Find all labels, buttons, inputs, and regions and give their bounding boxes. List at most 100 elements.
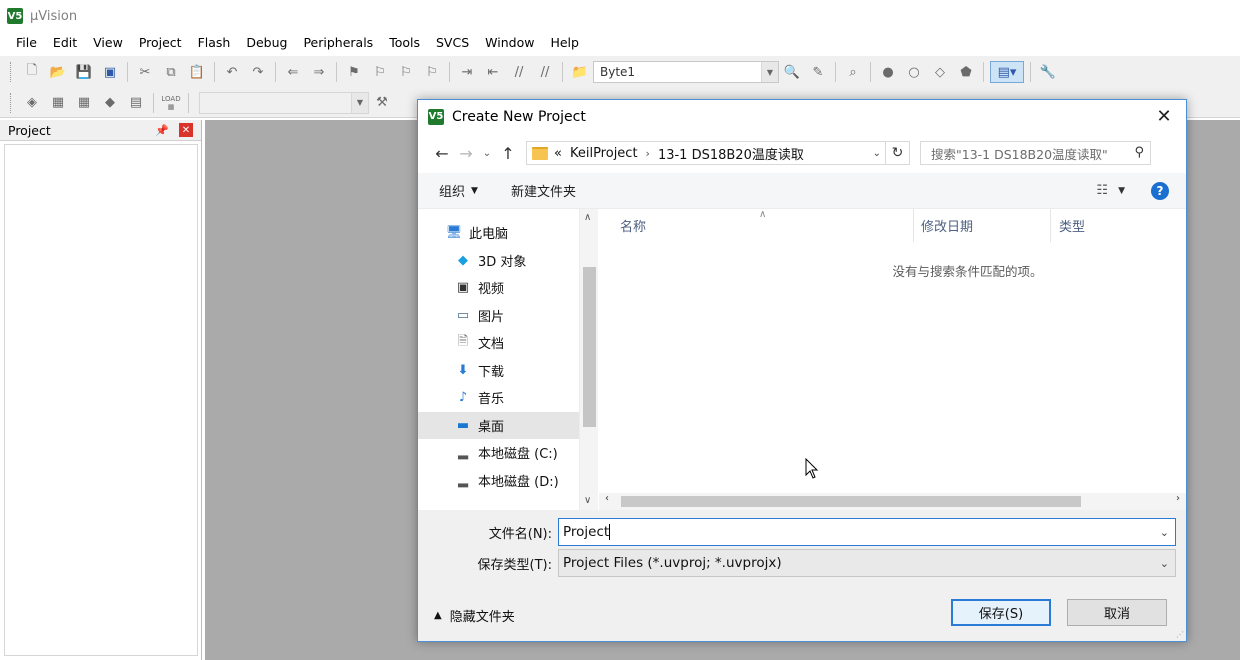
menu-project[interactable]: Project — [131, 33, 190, 53]
download-load-icon[interactable]: LOAD ▦ — [160, 92, 182, 114]
breakpoint-disable-all-icon[interactable]: ◇ — [929, 61, 951, 83]
find-in-files-icon[interactable]: 📁 — [569, 61, 591, 83]
copy-icon[interactable]: ⧉ — [160, 61, 182, 83]
scrollbar-thumb[interactable] — [583, 267, 596, 427]
back-arrow-icon[interactable]: ← — [430, 141, 454, 165]
chevron-down-icon[interactable]: ▼ — [351, 92, 368, 113]
new-folder-button[interactable]: 新建文件夹 — [511, 181, 576, 200]
tree-item-pictures[interactable]: ▭ 图片 — [418, 302, 579, 330]
view-options-button[interactable]: ☷ ▼ — [1096, 183, 1125, 198]
chevron-down-icon[interactable]: ▼ — [761, 62, 778, 82]
bookmark-icon[interactable]: ⚑ — [343, 61, 365, 83]
column-header-name[interactable]: 名称 — [620, 209, 646, 242]
stop-build-icon[interactable]: ▤ — [125, 92, 147, 114]
find-combo[interactable]: Byte1 ▼ — [593, 61, 779, 83]
tree-item-this-pc[interactable]: 🖥 此电脑 — [418, 219, 579, 247]
save-all-icon[interactable]: ▣ — [99, 61, 121, 83]
chevron-up-icon[interactable]: ∧ — [584, 212, 591, 223]
menu-window[interactable]: Window — [477, 33, 542, 53]
save-icon[interactable]: 💾 — [73, 61, 95, 83]
file-list[interactable]: ∧ 名称 修改日期 类型 没有与搜索条件匹配的项。 — [599, 209, 1186, 510]
help-icon[interactable]: ? — [1151, 181, 1169, 200]
filetype-select[interactable]: Project Files (*.uvproj; *.uvprojx) ⌄ — [558, 549, 1176, 577]
chevron-down-icon[interactable]: ⌄ — [1160, 526, 1169, 539]
close-icon[interactable]: ✕ — [179, 123, 193, 137]
unindent-icon[interactable]: ⇤ — [482, 61, 504, 83]
menu-view[interactable]: View — [85, 33, 131, 53]
tree-item-drive-d[interactable]: ▂ 本地磁盘 (D:) — [418, 467, 579, 495]
tree-item-desktop[interactable]: ▬ 桌面 — [418, 411, 579, 439]
cut-icon[interactable]: ✂ — [134, 61, 156, 83]
undo-icon[interactable]: ↶ — [221, 61, 243, 83]
search-input[interactable]: 搜索"13-1 DS18B20温度读取" ⚲ — [920, 141, 1151, 165]
menu-edit[interactable]: Edit — [45, 33, 85, 53]
window-layout-icon[interactable]: ▤▾ — [990, 61, 1024, 83]
tree-item-3d-objects[interactable]: ◆ 3D 对象 — [418, 247, 579, 275]
dialog-titlebar[interactable]: V5 Create New Project ✕ — [418, 100, 1186, 133]
chevron-right-icon[interactable]: › — [646, 147, 650, 160]
redo-icon[interactable]: ↷ — [247, 61, 269, 83]
menu-flash[interactable]: Flash — [190, 33, 239, 53]
up-arrow-icon[interactable]: ↑ — [496, 141, 520, 165]
tree-scrollbar[interactable]: ∧ ∨ — [579, 209, 598, 510]
dialog-close-button[interactable]: ✕ — [1142, 100, 1186, 133]
cancel-button[interactable]: 取消 — [1067, 599, 1167, 626]
target-options-icon[interactable]: ⚒ — [371, 92, 393, 114]
recent-locations-icon[interactable]: ⌄ — [478, 141, 496, 165]
debug-session-icon[interactable]: ⌕ — [842, 61, 864, 83]
tree-item-documents[interactable]: 🗎 文档 — [418, 329, 579, 357]
column-header-type[interactable]: 类型 — [1059, 209, 1085, 242]
breakpoint-icon[interactable]: ● — [877, 61, 899, 83]
build-icon[interactable]: ▦ — [47, 92, 69, 114]
menu-debug[interactable]: Debug — [238, 33, 295, 53]
chevron-left-icon[interactable]: ‹ — [605, 493, 609, 504]
forward-arrow-icon[interactable]: → — [454, 141, 478, 165]
nav-forward-icon[interactable]: ⇒ — [308, 61, 330, 83]
find-icon[interactable]: 🔍 — [781, 61, 803, 83]
save-button[interactable]: 保存(S) — [951, 599, 1051, 626]
menu-help[interactable]: Help — [542, 33, 587, 53]
tree-item-downloads[interactable]: ⬇ 下载 — [418, 357, 579, 385]
chevron-right-icon[interactable]: › — [1176, 493, 1180, 504]
bookmark-clear-icon[interactable]: ⚐ — [421, 61, 443, 83]
chevron-down-icon[interactable]: ⌄ — [873, 148, 881, 159]
tree-item-music[interactable]: ♪ 音乐 — [418, 384, 579, 412]
column-divider[interactable] — [1050, 209, 1051, 242]
nav-back-icon[interactable]: ⇐ — [282, 61, 304, 83]
open-file-icon[interactable]: 📂 — [47, 61, 69, 83]
incremental-find-icon[interactable]: ✎ — [807, 61, 829, 83]
file-list-scrollbar[interactable]: ‹ › — [599, 493, 1186, 510]
paste-icon[interactable]: 📋 — [186, 61, 208, 83]
indent-icon[interactable]: ⇥ — [456, 61, 478, 83]
toolbar-grip[interactable] — [10, 62, 13, 82]
breakpoint-disable-icon[interactable]: ○ — [903, 61, 925, 83]
bookmark-next-icon[interactable]: ⚐ — [395, 61, 417, 83]
resize-grip-icon[interactable]: ⋰ — [1176, 630, 1184, 639]
scrollbar-thumb[interactable] — [621, 496, 1081, 507]
breadcrumb-overflow[interactable]: « — [554, 146, 562, 161]
bookmark-prev-icon[interactable]: ⚐ — [369, 61, 391, 83]
column-divider[interactable] — [913, 209, 914, 242]
new-file-icon[interactable]: 🗋 — [21, 61, 43, 83]
rebuild-icon[interactable]: ▦ — [73, 92, 95, 114]
batch-build-icon[interactable]: ◆ — [99, 92, 121, 114]
search-icon[interactable]: ⚲ — [1134, 145, 1144, 160]
menu-file[interactable]: File — [8, 33, 45, 53]
toolbar-grip[interactable] — [10, 92, 13, 113]
configure-icon[interactable]: 🔧 — [1037, 61, 1059, 83]
menu-svcs[interactable]: SVCS — [428, 33, 477, 53]
comment-icon[interactable]: // — [508, 61, 530, 83]
pin-icon[interactable]: 📌 — [155, 124, 169, 137]
target-select[interactable]: ▼ — [199, 91, 369, 114]
chevron-down-icon[interactable]: ⌄ — [1160, 557, 1169, 570]
filename-input[interactable]: Project ⌄ — [558, 518, 1176, 546]
chevron-down-icon[interactable]: ∨ — [584, 495, 591, 506]
tree-item-videos[interactable]: ▣ 视频 — [418, 274, 579, 302]
column-header-modified[interactable]: 修改日期 — [921, 209, 973, 242]
address-bar[interactable]: « KeilProject › 13-1 DS18B20温度读取 ⌄ — [526, 141, 886, 165]
project-tree[interactable] — [4, 144, 198, 656]
organize-button[interactable]: 组织 ▼ — [439, 181, 478, 200]
translate-icon[interactable]: ◈ — [21, 92, 43, 114]
breadcrumb-current-folder[interactable]: 13-1 DS18B20温度读取 — [658, 144, 804, 163]
menu-peripherals[interactable]: Peripherals — [295, 33, 381, 53]
